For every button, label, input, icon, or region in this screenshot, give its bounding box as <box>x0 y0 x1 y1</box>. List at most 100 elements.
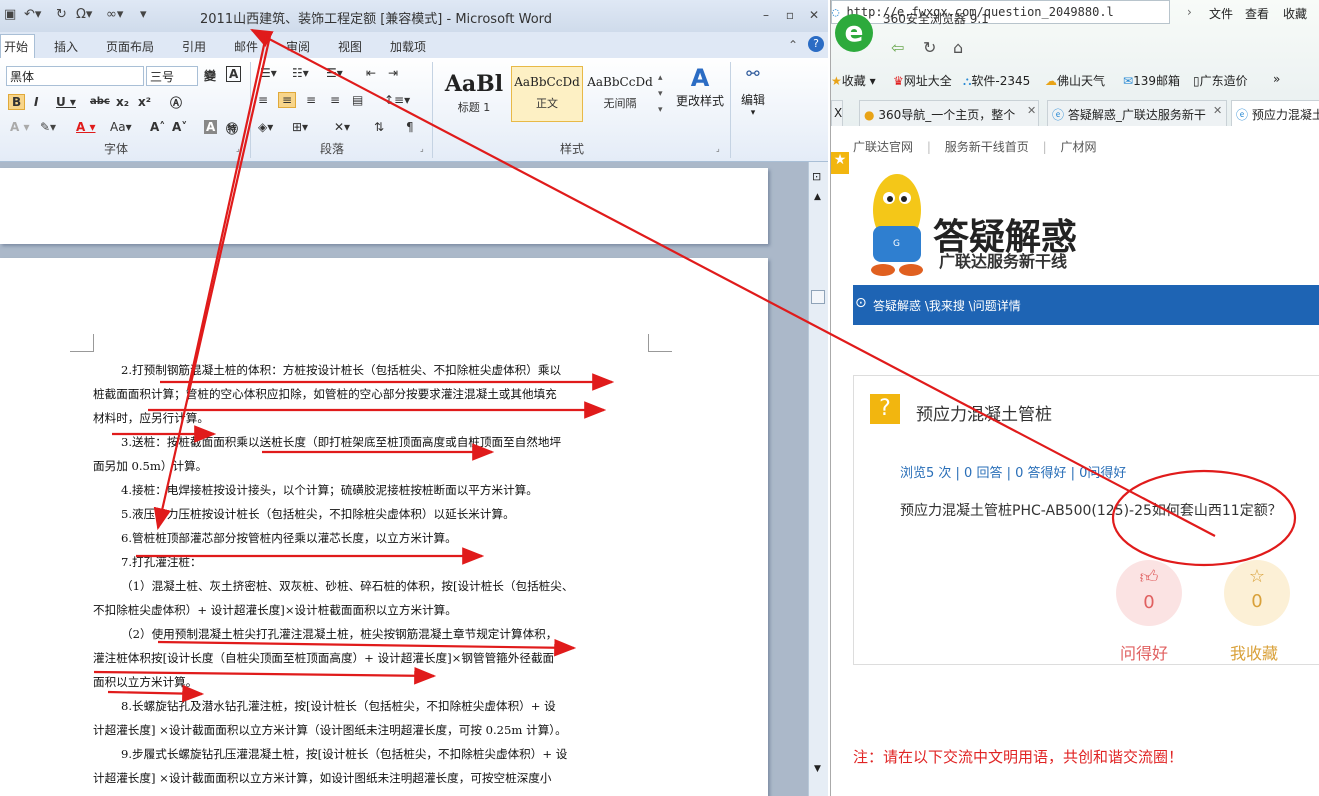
clear-format-icon[interactable]: Ⓐ <box>170 94 182 111</box>
menu-favorites[interactable]: 收藏 <box>1283 5 1307 22</box>
paragraph-dialog-launcher-icon[interactable]: ⌟ <box>420 144 424 153</box>
tab-close-icon[interactable]: ✕ <box>1027 104 1036 117</box>
minimize-icon[interactable]: – <box>756 8 776 22</box>
refresh-icon[interactable]: ↻ <box>923 38 936 57</box>
change-case-icon[interactable]: Aa▾ <box>110 120 132 134</box>
tab-partial[interactable]: XI <box>831 100 843 126</box>
favorite-label[interactable]: 我收藏 <box>1230 640 1278 664</box>
font-dialog-launcher-icon[interactable]: ⌟ <box>236 144 240 153</box>
align-center-icon[interactable]: ≡ <box>278 92 297 108</box>
good-question-label[interactable]: 问得好 <box>1120 640 1168 664</box>
tab-review[interactable]: 审阅 <box>286 38 310 55</box>
vertical-scrollbar[interactable]: ⊡ ▲ ▼ <box>808 162 828 796</box>
nav-service-home[interactable]: 服务新干线首页 <box>945 140 1029 154</box>
scroll-thumb[interactable] <box>811 290 825 304</box>
numbering-icon[interactable]: ☷▾ <box>292 66 309 80</box>
tab-home[interactable]: 开始 <box>0 34 36 58</box>
tab-360nav[interactable]: ● 360导航_一个主页，整个 <box>859 100 1039 126</box>
tab-mailings[interactable]: 邮件 <box>234 38 258 55</box>
phonetic-guide-icon[interactable]: 變 <box>204 67 216 84</box>
character-border-icon[interactable]: A <box>226 66 242 82</box>
style-heading1[interactable]: AaBl 标题 1 <box>438 66 510 122</box>
address-bar[interactable]: ◌ http://e.fwxgx.com/question_2049880.l <box>831 0 1170 24</box>
tab-answers[interactable]: ⓔ 答疑解惑_广联达服务新干 <box>1047 100 1227 126</box>
home-icon[interactable]: ⌂ <box>953 38 963 57</box>
chinese-layout-icon[interactable]: ✕▾ <box>334 120 350 134</box>
favorite-button[interactable]: ☆ 0 <box>1224 560 1290 626</box>
character-shading-icon[interactable]: A <box>204 120 218 134</box>
menu-view[interactable]: 查看 <box>1245 5 1269 22</box>
omega-icon[interactable]: Ω▾ <box>76 7 92 22</box>
customize-quickaccess-icon[interactable]: ▾ <box>140 7 147 22</box>
align-left-icon[interactable]: ≡ <box>258 93 268 107</box>
tab-close-icon[interactable]: ✕ <box>1213 104 1222 117</box>
style-normal[interactable]: AaBbCcDd 正文 <box>511 66 583 122</box>
save-icon[interactable]: ▣ <box>4 7 16 22</box>
tab-references[interactable]: 引用 <box>182 38 206 55</box>
superscript-icon[interactable]: x² <box>138 95 151 109</box>
bold-icon[interactable]: B <box>8 94 26 110</box>
infinity-icon[interactable]: ∞▾ <box>106 7 123 22</box>
style-no-spacing[interactable]: AaBbCcDd 无间隔 <box>584 66 656 122</box>
justify-icon[interactable]: ≡ <box>330 93 340 107</box>
ribbon-collapse-icon[interactable]: ⌃ <box>788 38 798 52</box>
close-icon[interactable]: ✕ <box>804 8 824 22</box>
strikethrough-icon[interactable]: abc <box>90 96 110 107</box>
multilevel-list-icon[interactable]: ☰▾ <box>326 66 343 80</box>
ruler-toggle-icon[interactable]: ⊡ <box>812 170 821 183</box>
undo-icon[interactable]: ↶▾ <box>24 7 41 22</box>
tab-addins[interactable]: 加载项 <box>390 38 426 55</box>
underline-icon[interactable]: U ▾ <box>56 95 76 109</box>
sort-icon[interactable]: ⇅ <box>374 120 384 134</box>
grow-font-icon[interactable]: A˄ <box>150 120 165 134</box>
shrink-font-icon[interactable]: A˅ <box>172 120 187 134</box>
good-question-button[interactable]: 👍︎ 0 <box>1116 560 1182 626</box>
tab-page-layout[interactable]: 页面布局 <box>106 38 154 55</box>
bookmark-weather[interactable]: ☁佛山天气 <box>1045 72 1105 89</box>
help-icon[interactable]: ? <box>808 36 824 52</box>
align-right-icon[interactable]: ≡ <box>306 93 316 107</box>
redo-icon[interactable]: ↻ <box>56 7 67 22</box>
styles-scroll-icon[interactable]: ▴ ▾ ▾ <box>658 70 663 118</box>
nav-glodon[interactable]: 广联达官网 <box>853 140 913 154</box>
show-marks-icon[interactable]: ¶ <box>406 120 414 134</box>
edit-button[interactable]: ⚯ 编辑 ▾ <box>736 64 770 118</box>
bookmark-favorites[interactable]: ★收藏 ▾ <box>831 72 876 89</box>
tab-insert[interactable]: 插入 <box>54 38 78 55</box>
italic-icon[interactable]: I <box>34 95 38 109</box>
borders-icon[interactable]: ⊞▾ <box>292 120 308 134</box>
more-bookmarks-icon[interactable]: » <box>1273 72 1280 86</box>
font-name-select[interactable]: 黑体 <box>6 66 144 86</box>
change-styles-button[interactable]: A 更改样式 <box>674 64 726 109</box>
nav-materials[interactable]: 广材网 <box>1060 140 1096 154</box>
styles-dialog-launcher-icon[interactable]: ⌟ <box>716 144 720 153</box>
scroll-up-icon[interactable]: ▲ <box>814 192 821 202</box>
document-body[interactable]: 2.打预制钢筋混凝土桩的体积：方桩按设计桩长（包括桩尖、不扣除桩尖虚体积）乘以桩… <box>93 358 653 790</box>
decrease-indent-icon[interactable]: ⇤ <box>366 66 376 80</box>
sidebar-star-icon[interactable]: ★ <box>831 152 849 174</box>
increase-indent-icon[interactable]: ⇥ <box>388 66 398 80</box>
bullets-icon[interactable]: ☰▾ <box>260 66 277 80</box>
tab-view[interactable]: 视图 <box>338 38 362 55</box>
font-size-select[interactable]: 三号 <box>146 66 198 86</box>
enclose-characters-icon[interactable]: ㊕ <box>226 120 238 137</box>
highlight-icon[interactable]: ✎▾ <box>40 120 56 134</box>
scroll-down-icon[interactable]: ▼ <box>814 764 821 774</box>
font-color-icon[interactable]: A ▾ <box>76 120 96 134</box>
breadcrumb[interactable]: 答疑解惑 \我来搜 \问题详情 <box>873 299 1021 313</box>
chevron-right-icon[interactable]: › <box>1187 5 1192 19</box>
back-icon[interactable]: ⇦ <box>891 38 904 57</box>
shading-icon[interactable]: ◈▾ <box>258 120 273 134</box>
distributed-icon[interactable]: ▤ <box>352 93 363 107</box>
bookmark-site-directory[interactable]: ♛网址大全 <box>893 72 952 89</box>
tab-current[interactable]: ⓔ 预应力混凝土 <box>1231 100 1319 126</box>
page-icon: ◌ <box>832 5 840 19</box>
subscript-icon[interactable]: x₂ <box>116 95 129 109</box>
bookmark-2345[interactable]: ⛬软件-2345 <box>963 72 1030 89</box>
maximize-icon[interactable]: ▫ <box>780 8 800 22</box>
line-spacing-icon[interactable]: ↕≡▾ <box>384 93 410 107</box>
bookmark-139mail[interactable]: ✉139邮箱 <box>1123 72 1180 89</box>
bookmark-gd-cost[interactable]: ▯广东造价 <box>1193 72 1248 89</box>
menu-file[interactable]: 文件 <box>1209 5 1233 22</box>
text-effects-icon[interactable]: A ▾ <box>10 120 30 134</box>
